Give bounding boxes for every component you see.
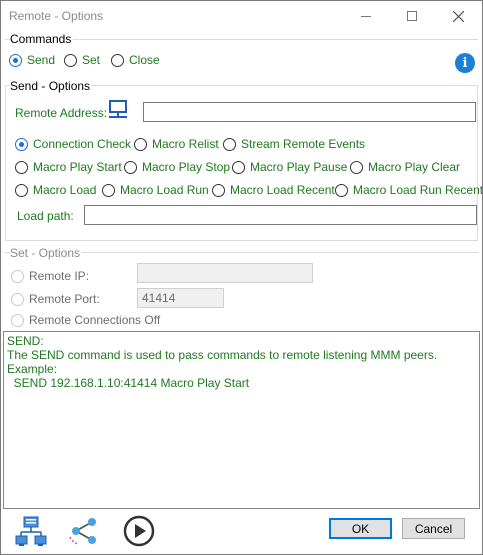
send-macro-load-run-radio[interactable]: Macro Load Run [102, 183, 209, 197]
send-options-group-label: Send - Options [10, 79, 93, 93]
radio-label: Remote Port: [29, 292, 100, 306]
send-macro-relist-radio[interactable]: Macro Relist [134, 137, 219, 151]
monitor-network-icon [108, 100, 128, 125]
radio-indicator [124, 160, 137, 174]
minimize-button[interactable] [343, 1, 389, 31]
cancel-button[interactable]: Cancel [402, 518, 465, 539]
close-window-button[interactable] [435, 1, 481, 31]
command-set-radio[interactable]: Set [64, 53, 100, 67]
help-line: SEND 192.168.1.10:41414 Macro Play Start [7, 376, 250, 390]
radio-label: Stream Remote Events [241, 137, 366, 151]
ok-button[interactable]: OK [329, 518, 392, 539]
radio-indicator [335, 183, 348, 197]
radio-indicator [11, 313, 24, 327]
radio-indicator [232, 160, 245, 174]
set-remote-connections-off-radio[interactable]: Remote Connections Off [11, 313, 160, 327]
title-bar: Remote - Options [1, 1, 482, 31]
help-line: The SEND command is used to pass command… [7, 348, 438, 362]
send-macro-load-run-recent-radio[interactable]: Macro Load Run Recent [335, 183, 483, 197]
send-macro-load-radio[interactable]: Macro Load [15, 183, 96, 197]
maximize-button[interactable] [389, 1, 435, 31]
radio-indicator [15, 183, 28, 197]
set-remote-ip-radio[interactable]: Remote IP: [11, 269, 89, 283]
radio-indicator [9, 53, 22, 67]
help-text-area[interactable]: SEND: The SEND command is used to pass c… [3, 331, 480, 509]
radio-label: Macro Play Pause [250, 160, 348, 174]
radio-indicator [111, 53, 124, 67]
radio-indicator [223, 137, 236, 151]
radio-indicator [64, 53, 77, 67]
radio-label: Macro Load [33, 183, 97, 197]
load-path-label: Load path: [17, 209, 74, 223]
radio-label: Connection Check [33, 137, 132, 151]
remote-ip-input[interactable] [137, 263, 313, 283]
load-path-input[interactable] [84, 205, 477, 225]
send-stream-remote-events-radio[interactable]: Stream Remote Events [223, 137, 365, 151]
radio-indicator [15, 137, 28, 151]
set-options-group-label: Set - Options [10, 246, 83, 260]
remote-options-window: Remote - Options Commands Send Set Close… [0, 0, 483, 555]
send-macro-play-clear-radio[interactable]: Macro Play Clear [350, 160, 460, 174]
radio-label: Macro Play Clear [368, 160, 461, 174]
send-connection-check-radio[interactable]: Connection Check [15, 137, 131, 151]
share-icon[interactable] [68, 515, 100, 550]
help-line: SEND: [7, 334, 44, 348]
radio-label: Remote Connections Off [29, 313, 161, 327]
radio-label: Macro Play Start [33, 160, 122, 174]
maximize-icon [407, 11, 417, 21]
radio-indicator [102, 183, 115, 197]
send-macro-play-start-radio[interactable]: Macro Play Start [15, 160, 122, 174]
radio-label: Send [27, 53, 56, 67]
network-computers-icon[interactable] [15, 515, 47, 550]
commands-group-label: Commands [10, 32, 74, 46]
close-icon [452, 10, 464, 22]
minimize-icon [361, 15, 371, 17]
radio-label: Set [82, 53, 101, 67]
radio-indicator [134, 137, 147, 151]
window-title: Remote - Options [9, 9, 104, 23]
command-close-radio[interactable]: Close [111, 53, 160, 67]
play-icon[interactable] [123, 515, 155, 550]
send-macro-play-pause-radio[interactable]: Macro Play Pause [232, 160, 347, 174]
command-send-radio[interactable]: Send [9, 53, 55, 67]
radio-indicator [15, 160, 28, 174]
radio-label: Close [129, 53, 160, 67]
send-macro-load-recent-radio[interactable]: Macro Load Recent [212, 183, 335, 197]
radio-label: Macro Load Recent [230, 183, 335, 197]
radio-label: Remote IP: [29, 269, 90, 283]
radio-indicator [350, 160, 363, 174]
help-line: Example: [7, 362, 58, 376]
send-macro-play-stop-radio[interactable]: Macro Play Stop [124, 160, 230, 174]
radio-label: Macro Load Run Recent [353, 183, 483, 197]
remote-address-label: Remote Address: [15, 106, 108, 120]
radio-label: Macro Relist [152, 137, 219, 151]
info-icon[interactable]: i [455, 53, 475, 73]
set-remote-port-radio[interactable]: Remote Port: [11, 292, 100, 306]
radio-indicator [212, 183, 225, 197]
radio-label: Macro Load Run [120, 183, 209, 197]
radio-label: Macro Play Stop [142, 160, 231, 174]
remote-address-input[interactable] [143, 102, 476, 122]
radio-indicator [11, 292, 24, 306]
radio-indicator [11, 269, 24, 283]
remote-port-input[interactable]: 41414 [137, 288, 224, 308]
